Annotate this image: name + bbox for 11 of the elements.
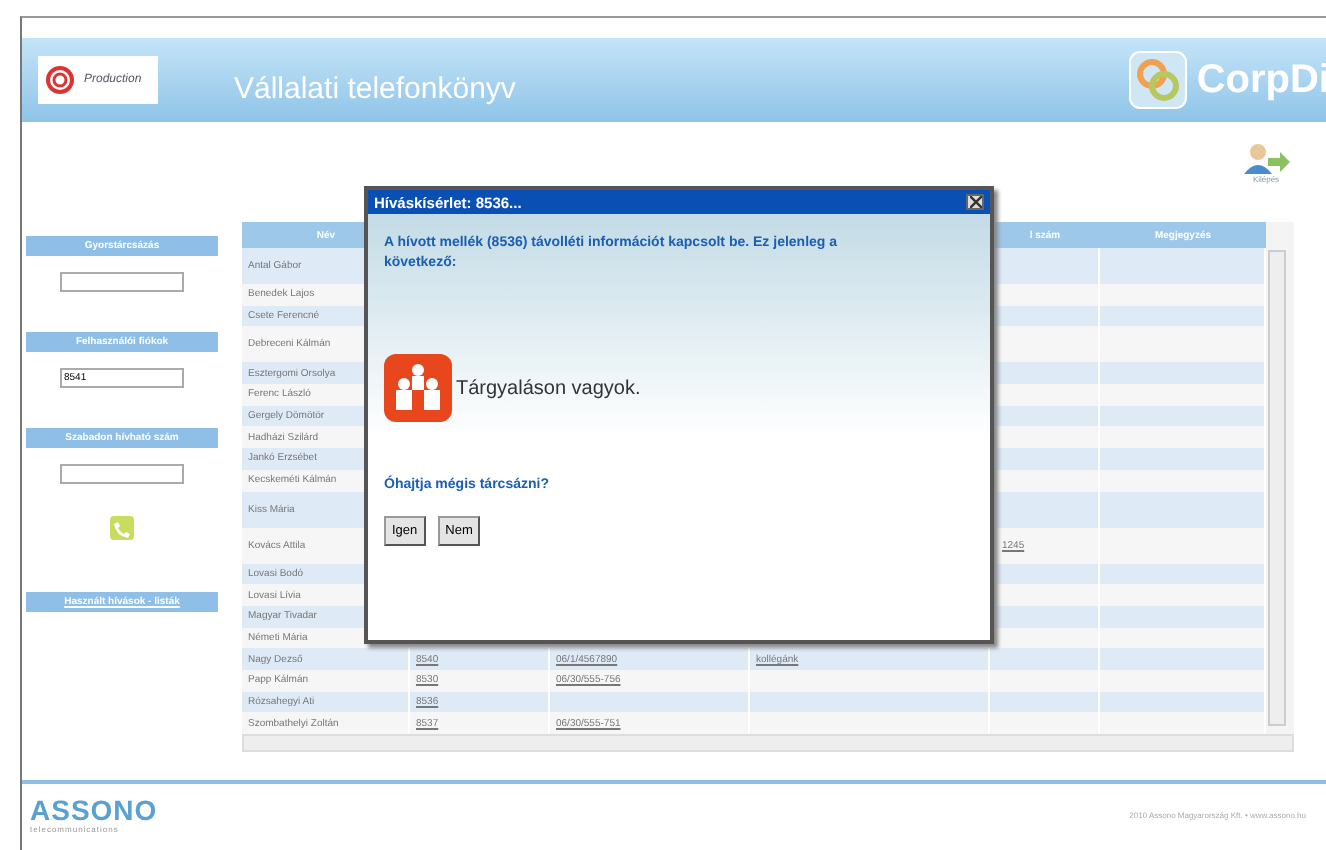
scrollbar[interactable] <box>1268 250 1286 726</box>
scrollbar[interactable] <box>242 734 1294 752</box>
page-title: Vállalati telefonkönyv <box>234 71 516 105</box>
footer-logo: ASSONO <box>30 795 158 823</box>
input-field[interactable] <box>60 272 184 292</box>
status-text: Tárgyaláson vagyok. <box>456 377 641 399</box>
input-field[interactable] <box>60 464 184 484</box>
phone-icon[interactable] <box>110 516 134 540</box>
people-meeting-icon <box>384 354 452 422</box>
chain-links-icon <box>1128 50 1189 110</box>
close-icon[interactable] <box>966 194 984 210</box>
